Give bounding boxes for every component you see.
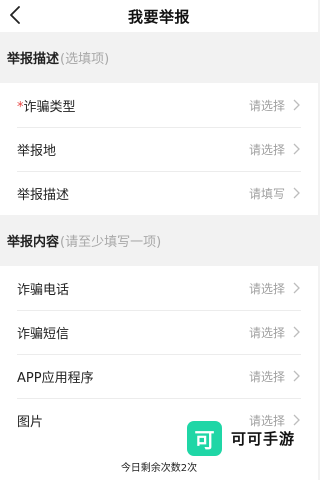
row-value: 请选择	[248, 98, 285, 113]
back-button[interactable]	[6, 4, 24, 26]
row-value: 请填写	[248, 186, 285, 201]
chevron-right-icon	[293, 282, 301, 294]
chevron-right-icon	[293, 99, 301, 111]
nav-bar: 我要举报	[0, 0, 318, 32]
section-title: 举报描述	[7, 52, 60, 67]
watermark: 可 可可手游	[187, 421, 295, 456]
row-label: *诈骗类型	[17, 99, 76, 115]
page-title: 我要举报	[127, 7, 190, 26]
row-label: 举报描述	[17, 187, 70, 203]
content-group: 诈骗电话 请选择 诈骗短信 请选择 APP应用程序 请选择 图片 请选择	[0, 266, 318, 442]
section-header-description: 举报描述 (选填项)	[0, 32, 318, 83]
chevron-right-icon	[293, 187, 301, 199]
chevron-right-icon	[293, 326, 301, 338]
chevron-right-icon	[293, 143, 301, 155]
chevron-right-icon	[293, 370, 301, 382]
description-group: *诈骗类型 请选择 举报地 请选择 举报描述 请填写	[0, 83, 318, 215]
section-hint: (选填项)	[60, 52, 110, 67]
fraud-sms-row[interactable]: 诈骗短信 请选择	[0, 310, 318, 354]
row-value: 请选择	[248, 281, 285, 296]
watermark-name: 可可手游	[231, 430, 296, 448]
report-description-row[interactable]: 举报描述 请填写	[0, 171, 318, 215]
row-value: 请选择	[248, 142, 285, 157]
fraud-type-row[interactable]: *诈骗类型 请选择	[0, 83, 318, 127]
remaining-count-text: 今日剩余次数2次	[120, 463, 198, 474]
section-hint: (请至少填写一项)	[60, 235, 162, 250]
section-title: 举报内容	[7, 235, 60, 250]
chevron-left-icon	[10, 6, 20, 24]
report-location-row[interactable]: 举报地 请选择	[0, 127, 318, 171]
row-label: 诈骗短信	[17, 326, 70, 342]
row-label: 举报地	[17, 143, 57, 159]
app-row[interactable]: APP应用程序 请选择	[0, 354, 318, 398]
fraud-phone-row[interactable]: 诈骗电话 请选择	[0, 266, 318, 310]
section-header-content: 举报内容 (请至少填写一项)	[0, 215, 318, 266]
row-value: 请选择	[248, 325, 285, 340]
row-label: APP应用程序	[17, 370, 94, 386]
row-value: 请选择	[248, 369, 285, 384]
row-label: 诈骗电话	[17, 282, 70, 298]
watermark-logo-icon: 可	[187, 421, 222, 456]
